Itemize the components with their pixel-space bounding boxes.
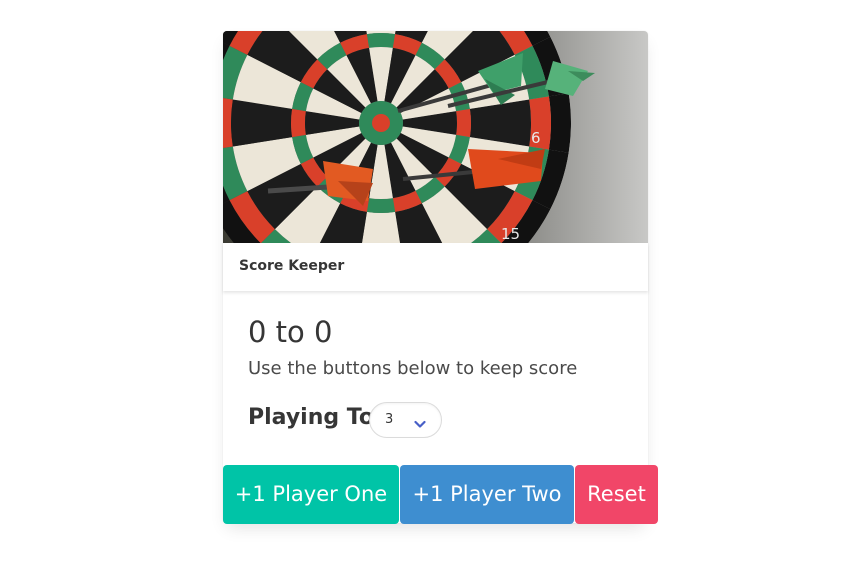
board-number-15: 15 (501, 225, 520, 243)
add-point-player-two-button[interactable]: +1 Player Two (400, 465, 574, 524)
board-number-6: 6 (531, 129, 541, 147)
score-instructions: Use the buttons below to keep score (248, 358, 578, 379)
card-header: Score Keeper (223, 243, 648, 291)
add-point-player-one-button[interactable]: +1 Player One (223, 465, 399, 524)
chevron-down-icon (414, 414, 426, 433)
card-header-title: Score Keeper (239, 258, 345, 274)
playing-to-label: Playing To (248, 405, 374, 430)
playing-to-selected-value: 3 (385, 412, 394, 427)
score-keeper-card: 6 15 Score Keeper 0 to 0 Use the buttons… (223, 31, 658, 524)
reset-button[interactable]: Reset (575, 465, 658, 524)
score-display: 0 to 0 (248, 315, 333, 349)
dartboard-image: 6 15 (223, 31, 648, 243)
playing-to-select[interactable]: 3 (369, 402, 442, 438)
